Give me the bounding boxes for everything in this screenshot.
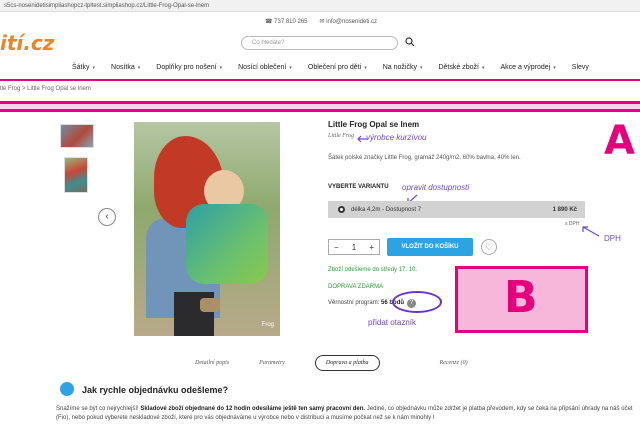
annotation-vat: DPH <box>604 234 621 243</box>
contact-bar: ☎ 737 810 265 ✉ info@nosenideti.cz <box>265 18 377 25</box>
chevron-down-icon: ▾ <box>419 65 423 71</box>
chevron-down-icon: ▾ <box>219 65 223 71</box>
tab-reviews[interactable]: Recenze (0) <box>440 360 468 366</box>
chevron-down-icon: ▾ <box>92 65 96 71</box>
product-title: Little Frog Opal se lnem <box>328 120 420 129</box>
nav-item[interactable]: Slevy <box>572 64 589 71</box>
radio-selected-icon[interactable] <box>338 206 345 213</box>
nav-item[interactable]: Na nožičky ▾ <box>383 64 423 71</box>
dispatch-info: Zboží odešleme do středy 17. 10. <box>328 267 418 273</box>
faq-title: Jak rychle objednávku odešleme? <box>82 385 229 395</box>
annotation-pink-line <box>0 79 640 81</box>
manufacturer-link[interactable]: Little Frog <box>328 133 354 139</box>
chevron-down-icon: ▾ <box>481 65 485 71</box>
image-watermark: Frog <box>261 322 274 328</box>
site-logo[interactable]: ití.cz <box>0 31 54 55</box>
product-thumbnail-2[interactable] <box>64 157 88 193</box>
nav-item[interactable]: Doplňky pro nošení ▾ <box>156 64 222 71</box>
tab-parameters[interactable]: Parametry <box>259 360 285 366</box>
annotation-arrow-icon <box>357 135 367 143</box>
annotation-manufacturer: výrobce kurzívou <box>366 133 427 142</box>
annotation-question: přidat otazník <box>368 318 417 327</box>
search-icon[interactable] <box>405 37 415 47</box>
qty-decrease-button[interactable]: − <box>334 243 339 252</box>
heart-icon[interactable]: ♡ <box>481 239 497 255</box>
nav-item[interactable]: Šátky ▾ <box>72 64 95 71</box>
search-input[interactable]: Co hledáte? <box>241 36 398 50</box>
hourglass-icon <box>60 382 74 396</box>
annotation-marker-b: B <box>504 272 538 323</box>
chevron-down-icon: ▾ <box>137 65 141 71</box>
nav-item[interactable]: Dětské zboží ▾ <box>438 64 484 71</box>
add-to-cart-button[interactable]: VLOŽIT DO KOŠÍKU <box>387 238 473 256</box>
product-tabs: Detailní popis Parametry Doprava a platb… <box>195 355 498 371</box>
quantity-stepper[interactable]: − 1 + <box>328 239 380 255</box>
variant-label: délka 4,2m - Dostupnost 7 <box>351 206 422 213</box>
chevron-left-icon[interactable]: ‹ <box>98 208 116 226</box>
main-nav: Šátky ▾ Nosítka ▾ Doplňky pro nošení ▾ Nosící … <box>72 64 605 71</box>
product-description: Šátek polské značky Little Frog, gramáž … <box>328 155 521 161</box>
tab-shipping-payment[interactable]: Doprava a platba <box>314 355 380 371</box>
annotation-arrow-icon <box>582 226 600 237</box>
variant-option[interactable]: délka 4,2m - Dostupnost 7 1 890 Kč <box>328 201 585 218</box>
product-main-image[interactable]: Frog <box>134 122 280 336</box>
product-thumbnail-1[interactable] <box>60 124 94 148</box>
chevron-down-icon: ▾ <box>289 65 292 71</box>
browser-url-bar[interactable]: s5cs-nosenidetisimpliashopcz-tpltest.sim… <box>0 0 640 12</box>
email-address[interactable]: ✉ info@nosenideti.cz <box>320 18 378 25</box>
vat-note: s DPH <box>565 221 580 227</box>
annotation-marker-a: A <box>604 118 635 164</box>
qty-increase-button[interactable]: + <box>369 243 374 252</box>
free-shipping-label: DOPRAVA ZDARMA <box>328 284 384 290</box>
qty-value[interactable]: 1 <box>352 243 356 252</box>
annotation-availability: opravit dostupnosti <box>402 183 470 192</box>
annotation-circle <box>392 291 442 313</box>
nav-item[interactable]: Nosící oblečení ▾ <box>238 64 292 71</box>
faq-text: Snažíme se být co nejrychlejší! Skladové… <box>56 406 633 421</box>
breadcrumb[interactable]: tle Frog > Little Frog Opal se lnem <box>0 86 91 92</box>
chevron-down-icon: ▾ <box>553 65 556 71</box>
nav-item[interactable]: Oblečení pro děti ▾ <box>308 64 367 71</box>
nav-item[interactable]: Akce a výprodej ▾ <box>500 64 555 71</box>
phone-number: ☎ 737 810 265 <box>265 19 308 25</box>
chevron-down-icon: ▾ <box>364 65 367 71</box>
tab-detail[interactable]: Detailní popis <box>195 360 229 366</box>
variant-price: 1 890 Kč <box>552 206 577 213</box>
annotation-pink-band <box>0 101 640 112</box>
variant-heading: VYBERTE VARIANTU <box>328 184 389 190</box>
nav-item[interactable]: Nosítka ▾ <box>111 64 140 71</box>
